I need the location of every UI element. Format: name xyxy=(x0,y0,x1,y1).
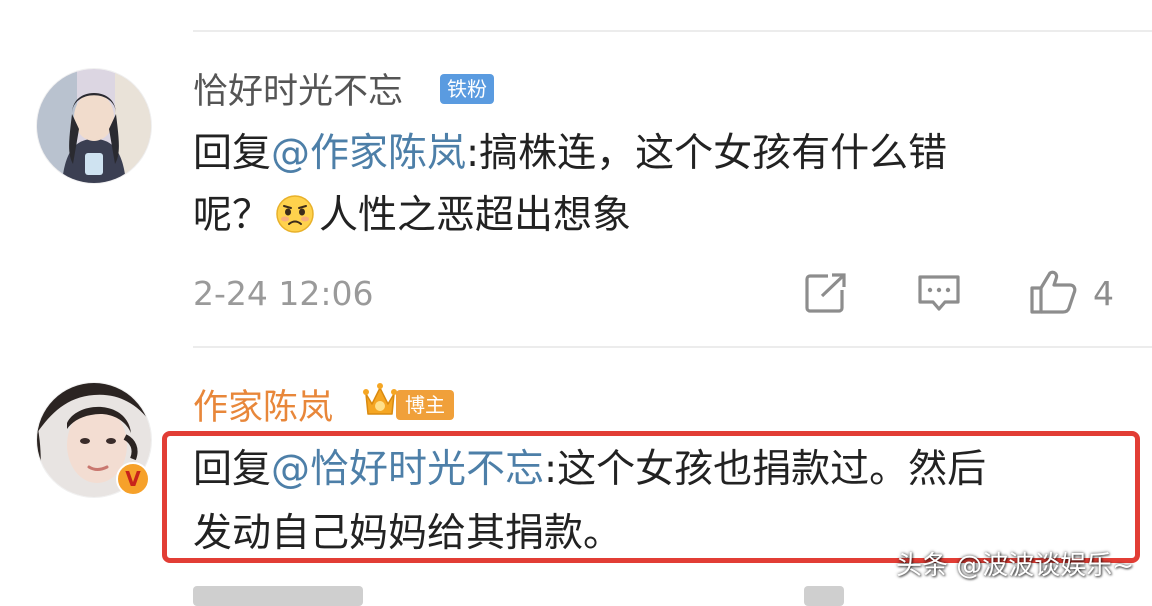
avatar[interactable] xyxy=(36,68,152,184)
comment-text-line2: 呢？ 人性之恶超出想象 xyxy=(193,186,631,246)
crown-icon xyxy=(360,380,400,426)
sad-face-emoji-icon xyxy=(275,192,315,233)
mention-link[interactable]: @作家陈岚 xyxy=(271,131,466,176)
comment-text-part: 呢？ xyxy=(193,193,272,238)
top-divider xyxy=(193,30,1152,32)
reply-prefix: 回复 xyxy=(193,131,272,176)
blogger-badge: 博主 xyxy=(396,390,454,420)
cutoff-row xyxy=(804,586,844,606)
username[interactable]: 恰好时光不忘 xyxy=(193,72,403,112)
comment-text-part: 人性之恶超出想象 xyxy=(319,193,632,238)
verified-icon: V xyxy=(116,462,150,496)
comment-text: 回复@作家陈岚:搞株连，这个女孩有什么错 xyxy=(193,124,947,184)
cutoff-row xyxy=(193,586,363,606)
timestamp: 2-24 12:06 xyxy=(193,274,374,313)
comment-icon[interactable] xyxy=(916,272,962,320)
like-icon[interactable] xyxy=(1028,268,1078,320)
highlight-box xyxy=(162,431,1140,563)
share-icon[interactable] xyxy=(804,272,848,318)
like-count: 4 xyxy=(1093,274,1114,313)
watermark: 头条 @波波谈娱乐~ xyxy=(895,551,1134,581)
verified-mark: V xyxy=(125,467,141,491)
comment-divider xyxy=(193,346,1152,348)
comment-text-line1: :搞株连，这个女孩有什么错 xyxy=(466,131,948,176)
username[interactable]: 作家陈岚 xyxy=(193,388,333,428)
fan-badge: 铁粉 xyxy=(440,74,494,104)
